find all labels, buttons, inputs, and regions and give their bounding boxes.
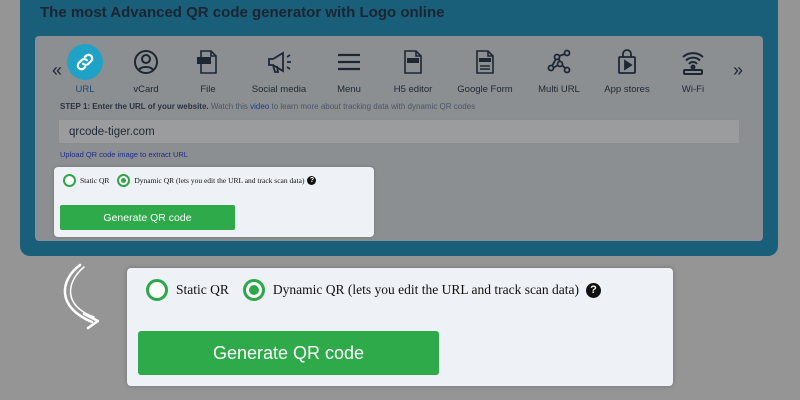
wifi-icon [682,52,704,75]
qr-type-options-zoomed: Static QR Dynamic QR (lets you edit the … [146,279,602,301]
tab-label: Menu [337,84,361,95]
step-text-after: to learn more about tracking data with d… [269,102,476,111]
upload-qr-image-link[interactable]: Upload QR code image to extract URL [60,150,188,159]
tab-vcard[interactable]: vCard [113,48,179,95]
pdf-file-icon [197,50,217,74]
tab-label: URL [75,84,95,95]
tab-app-stores[interactable]: App stores [594,48,660,95]
tab-label: App stores [604,84,650,95]
tab-h5-editor[interactable]: H5 editor [380,48,446,95]
step-text: Watch this [208,102,251,111]
page-title: The most Advanced QR code generator with… [40,4,445,21]
generate-qr-button-zoomed[interactable]: Generate QR code [138,331,439,375]
megaphone-icon [268,51,291,73]
static-qr-label: Static QR [80,176,110,185]
step-heading: STEP 1: Enter the URL of your website. [60,102,209,111]
generate-qr-button-small[interactable]: Generate QR code [60,205,235,230]
curved-arrow-icon [63,263,100,330]
link-icon [67,44,103,80]
tab-multi-url[interactable]: Multi URL [526,48,592,95]
menu-icon [338,53,360,71]
help-icon[interactable]: ? [586,282,602,298]
static-qr-radio[interactable] [146,279,168,301]
qr-type-options-small: Static QR Dynamic QR (lets you edit the … [63,174,317,187]
static-qr-label: Static QR [176,282,229,297]
video-link[interactable]: video [250,102,269,111]
dynamic-qr-radio[interactable] [117,174,131,187]
user-icon [134,50,158,74]
form-icon [476,50,494,74]
dynamic-qr-label: Dynamic QR (lets you edit the URL and tr… [134,176,305,185]
tab-url[interactable]: URL [52,44,118,95]
tab-label: vCard [133,84,159,95]
tab-label: Multi URL [538,84,580,95]
static-qr-radio[interactable] [63,174,76,187]
tab-label: File [200,84,216,95]
tabs-next-button[interactable]: » [733,60,743,81]
tab-menu[interactable]: Menu [316,48,382,95]
step-instructions: STEP 1: Enter the URL of your website. W… [60,102,475,111]
tab-label: Wi-Fi [681,84,705,95]
tab-label: H5 editor [393,84,433,95]
help-icon[interactable]: ? [307,176,317,185]
dynamic-qr-radio[interactable] [242,279,265,301]
tab-social-media[interactable]: Social media [246,48,312,95]
network-icon [547,49,571,74]
tab-wifi[interactable]: Wi-Fi [660,48,726,95]
tab-label: Google Form [457,84,513,95]
html-file-icon [404,50,422,74]
url-input[interactable] [58,119,740,144]
tab-file[interactable]: File [175,48,241,95]
tab-google-form[interactable]: Google Form [452,48,518,95]
tab-label: Social media [251,84,307,95]
dynamic-qr-label: Dynamic QR (lets you edit the URL and tr… [272,282,580,297]
app-store-icon [618,49,636,74]
